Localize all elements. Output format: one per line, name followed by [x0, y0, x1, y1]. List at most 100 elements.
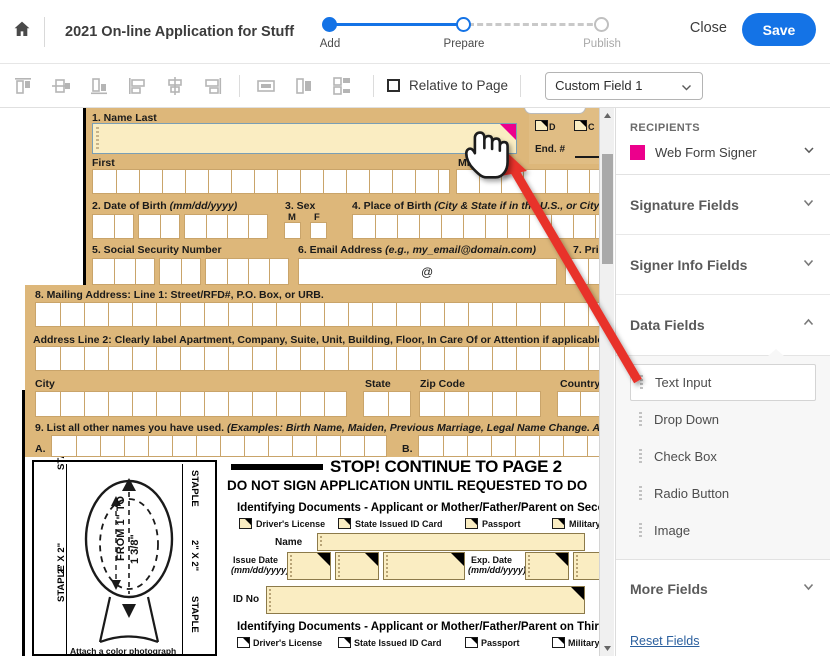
- stepper-dot-publish[interactable]: [594, 17, 609, 32]
- field-item-radio-button[interactable]: Radio Button: [630, 475, 816, 512]
- align-left-icon[interactable]: [118, 64, 156, 108]
- relative-to-page-toggle[interactable]: Relative to Page: [387, 78, 508, 93]
- checkbox-passport-third[interactable]: [465, 637, 478, 648]
- field-item-check-box[interactable]: Check Box: [630, 438, 816, 475]
- field-item-image[interactable]: Image: [630, 512, 816, 549]
- scrollbar-thumb[interactable]: [602, 154, 613, 264]
- comb-row-ssn-2[interactable]: [159, 258, 201, 285]
- field-item-drop-down[interactable]: Drop Down: [630, 401, 816, 438]
- label-issue-date-format: (mm/dd/yyyy): [231, 565, 290, 575]
- id-documents-heading-third: Identifying Documents - Applicant or Mot…: [237, 621, 611, 633]
- drag-grip-icon[interactable]: [640, 375, 643, 390]
- label-drivers-license-third: Driver's License: [253, 638, 323, 648]
- align-middle-icon[interactable]: [42, 64, 80, 108]
- field-label-mailing: 8. Mailing Address: Line 1: Street/RFD#,…: [35, 289, 324, 301]
- align-bottom-icon[interactable]: [80, 64, 118, 108]
- input-id-number[interactable]: [266, 586, 585, 614]
- label-endorsement-c: C: [588, 122, 595, 132]
- input-issue-year[interactable]: [383, 552, 465, 580]
- label-state-id-third: State Issued ID Card: [354, 638, 442, 648]
- stepper-dot-prepare[interactable]: [456, 17, 471, 32]
- checkbox-sex-m[interactable]: [284, 222, 301, 239]
- field-item-label: Check Box: [654, 449, 717, 464]
- comb-row-state[interactable]: [363, 391, 411, 417]
- input-name-second[interactable]: [317, 533, 585, 551]
- relative-to-page-checkbox[interactable]: [387, 79, 400, 92]
- drag-grip-icon[interactable]: [639, 523, 642, 538]
- input-issue-day[interactable]: [335, 552, 379, 580]
- comb-row-address2[interactable]: [35, 346, 601, 371]
- comb-row-other-names-b[interactable]: [418, 435, 601, 457]
- document-canvas[interactable]: 1. Name Last First Mid 2. Date of Birth …: [0, 108, 614, 656]
- comb-row-middle[interactable]: [456, 169, 611, 194]
- comb-row-address1[interactable]: [35, 302, 601, 327]
- field-item-text-input[interactable]: Text Input: [630, 364, 816, 401]
- input-issue-month[interactable]: [287, 552, 331, 580]
- chevron-down-icon: [604, 646, 611, 651]
- document-title: 2021 On-line Application for Stuff: [65, 23, 295, 40]
- label-issue-date: Issue Date: [233, 555, 279, 565]
- checkbox-state-id-third[interactable]: [338, 637, 351, 648]
- custom-field-select[interactable]: Custom Field 1: [545, 71, 704, 100]
- home-button[interactable]: [0, 0, 44, 64]
- checkbox-military-second[interactable]: [552, 518, 565, 529]
- section-signature-fields[interactable]: Signature Fields: [616, 175, 830, 235]
- input-exp-month[interactable]: [525, 552, 569, 580]
- comb-row-city[interactable]: [35, 391, 347, 417]
- toolbar-divider-3: [520, 74, 522, 97]
- comb-row-dob-month[interactable]: [92, 214, 134, 239]
- drag-grip-icon[interactable]: [639, 449, 642, 464]
- checkbox-passport-second[interactable]: [465, 518, 478, 529]
- align-right-icon[interactable]: [194, 64, 232, 108]
- align-center-icon[interactable]: [156, 64, 194, 108]
- label-endorsement-d: D: [549, 122, 556, 132]
- checkbox-drivers-license-second[interactable]: [239, 518, 252, 529]
- comb-row-zip[interactable]: [419, 391, 541, 417]
- recipient-selector[interactable]: Web Form Signer: [630, 143, 816, 162]
- checkbox-military-third[interactable]: [552, 637, 565, 648]
- section-signer-info-fields[interactable]: Signer Info Fields: [616, 235, 830, 295]
- scroll-down-button[interactable]: [600, 641, 614, 656]
- distribute-vertical-icon[interactable]: [285, 64, 323, 108]
- comb-row-pob[interactable]: [352, 214, 611, 239]
- section-more-fields[interactable]: More Fields: [616, 560, 830, 618]
- checkbox-endorsement-c[interactable]: [574, 120, 587, 131]
- label-passport-second: Passport: [482, 519, 521, 529]
- checkbox-endorsement-d[interactable]: [535, 120, 548, 131]
- checkbox-state-id-second[interactable]: [338, 518, 351, 529]
- comb-row-country[interactable]: [557, 391, 601, 417]
- distribute-horizontal-icon[interactable]: [247, 64, 285, 108]
- save-button[interactable]: Save: [742, 13, 816, 46]
- align-top-icon[interactable]: [4, 64, 42, 108]
- comb-row-first[interactable]: [92, 169, 450, 194]
- label-photo-caption: Attach a color photograph: [70, 646, 177, 656]
- section-data-fields[interactable]: Data Fields: [616, 295, 830, 355]
- checkbox-sex-f[interactable]: [310, 222, 327, 239]
- toolbar-divider-1: [239, 74, 240, 97]
- match-size-icon[interactable]: [323, 64, 361, 108]
- scroll-up-button[interactable]: [600, 108, 614, 123]
- field-label-item-b: B.: [402, 443, 413, 455]
- active-text-field[interactable]: [92, 123, 517, 154]
- field-label-other-names: 9. List all other names you have used. (…: [35, 422, 601, 434]
- document-scrollbar[interactable]: [599, 108, 614, 656]
- stepper-label-prepare: Prepare: [443, 38, 485, 50]
- drag-grip-icon[interactable]: [639, 412, 642, 427]
- relative-to-page-label: Relative to Page: [409, 78, 509, 93]
- close-button[interactable]: Close: [690, 20, 727, 36]
- chevron-down-icon[interactable]: [802, 143, 816, 162]
- comb-row-dob-year[interactable]: [184, 214, 268, 239]
- comb-row-dob-day[interactable]: [138, 214, 180, 239]
- recipients-caption: RECIPIENTS: [630, 122, 701, 134]
- comb-row-ssn-1[interactable]: [92, 258, 155, 285]
- field-label-email: 6. Email Address (e.g., my_email@domain.…: [298, 244, 537, 256]
- comb-row-ssn-3[interactable]: [205, 258, 289, 285]
- checkbox-drivers-license-third[interactable]: [237, 637, 250, 648]
- stepper-dot-add[interactable]: [322, 17, 337, 32]
- app-header: 2021 On-line Application for Stuff Add P…: [0, 0, 830, 64]
- label-staple-top-left: STAPLE: [56, 457, 67, 470]
- field-label-sex: 3. Sex: [285, 200, 316, 212]
- reset-fields-link[interactable]: Reset Fields: [630, 634, 699, 648]
- drag-grip-icon[interactable]: [639, 486, 642, 501]
- comb-row-other-names-a[interactable]: [51, 435, 387, 457]
